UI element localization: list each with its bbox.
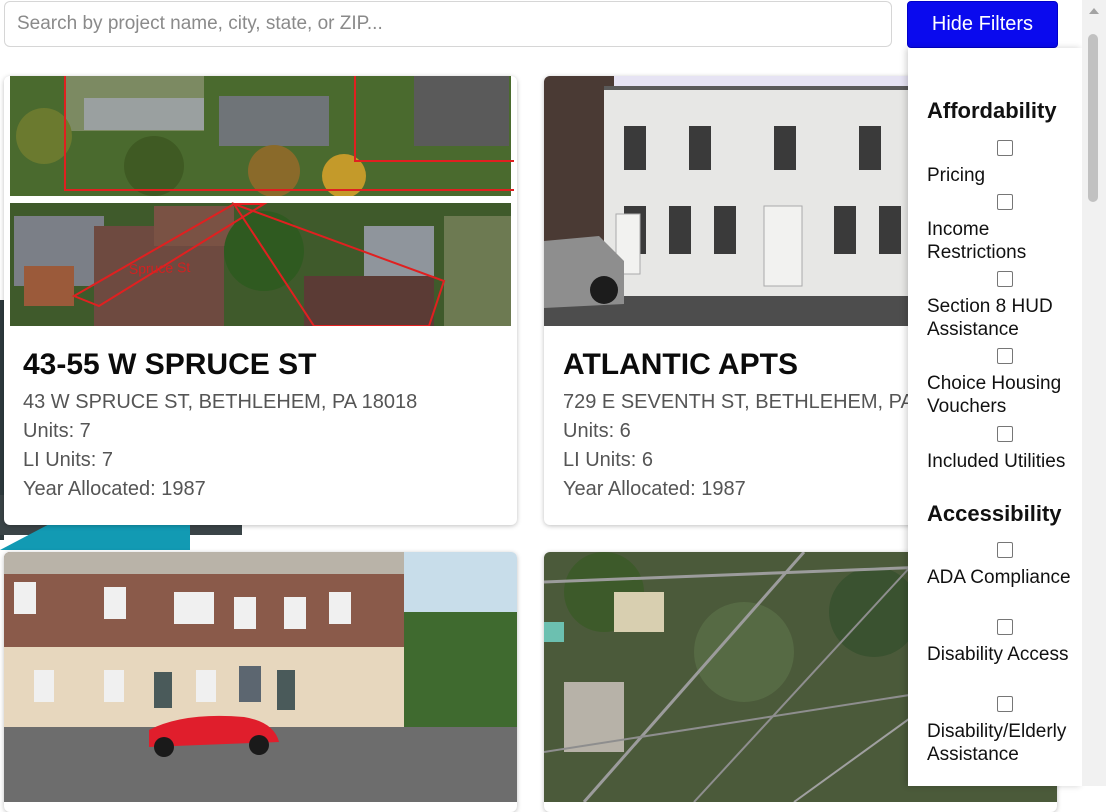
filter-option-disability-elderly[interactable]: Disability/Elderly Assistance bbox=[927, 696, 1082, 766]
checkbox[interactable] bbox=[997, 426, 1013, 442]
project-year-allocated: Year Allocated: 1987 bbox=[23, 478, 206, 500]
map-street-label: Spruce St bbox=[129, 259, 191, 277]
project-title: 43-55 W SPRUCE ST bbox=[23, 348, 317, 381]
filter-option-income-restrictions[interactable]: Income Restrictions bbox=[927, 194, 1082, 264]
filter-option-pricing[interactable]: Pricing bbox=[927, 140, 1082, 187]
scrollbar[interactable] bbox=[1082, 0, 1106, 786]
filter-heading-accessibility: Accessibility bbox=[927, 501, 1062, 526]
filter-option-section-8[interactable]: Section 8 HUD Assistance bbox=[927, 271, 1082, 341]
scrollbar-thumb[interactable] bbox=[1088, 34, 1098, 202]
checkbox[interactable] bbox=[997, 696, 1013, 712]
project-units: Units: 7 bbox=[23, 420, 91, 442]
filter-option-included-utilities[interactable]: Included Utilities bbox=[927, 426, 1082, 473]
project-photo bbox=[4, 552, 517, 802]
project-card[interactable]: Spruce St 43-55 W SPRUCE ST 43 W SPRUCE … bbox=[4, 76, 517, 525]
checkbox[interactable] bbox=[997, 542, 1013, 558]
checkbox[interactable] bbox=[997, 348, 1013, 364]
filter-option-disability-access[interactable]: Disability Access bbox=[927, 619, 1082, 666]
project-card[interactable] bbox=[4, 552, 517, 812]
checkbox[interactable] bbox=[997, 140, 1013, 156]
project-li-units: LI Units: 7 bbox=[23, 449, 114, 471]
filter-panel: Affordability Pricing Income Restriction… bbox=[908, 48, 1082, 786]
project-address: 43 W SPRUCE ST, BETHLEHEM, PA 18018 bbox=[23, 391, 418, 413]
hide-filters-button[interactable]: Hide Filters bbox=[907, 1, 1058, 48]
search-input[interactable] bbox=[4, 1, 892, 47]
checkbox[interactable] bbox=[997, 194, 1013, 210]
checkbox[interactable] bbox=[997, 271, 1013, 287]
filter-heading-affordability: Affordability bbox=[927, 98, 1057, 123]
scroll-up-arrow-icon[interactable] bbox=[1089, 8, 1099, 14]
checkbox[interactable] bbox=[997, 619, 1013, 635]
filter-option-ada-compliance[interactable]: ADA Compliance bbox=[927, 542, 1082, 589]
project-photo: Spruce St bbox=[4, 76, 517, 326]
filter-option-choice-housing-vouchers[interactable]: Choice Housing Vouchers bbox=[927, 348, 1082, 418]
